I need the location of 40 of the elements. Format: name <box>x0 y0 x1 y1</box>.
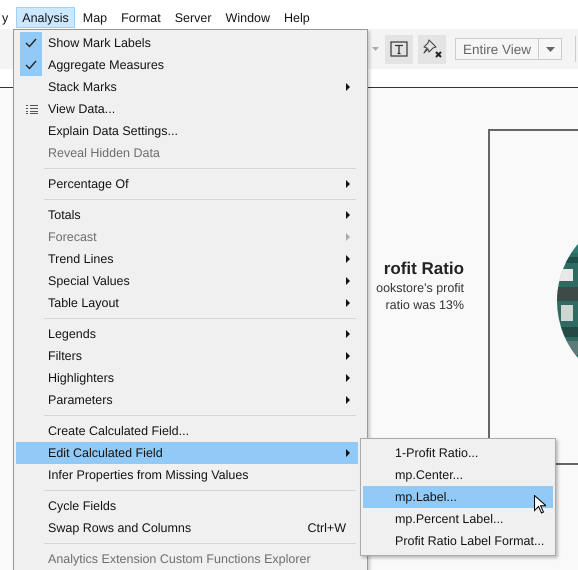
menu-item[interactable]: Parameters <box>16 389 358 411</box>
menu-bar-item[interactable]: Server <box>168 7 218 28</box>
menu-item[interactable]: 1-Profit Ratio... <box>363 442 553 464</box>
menu-item[interactable]: Table Layout <box>16 292 358 314</box>
menu-item[interactable]: mp.Percent Label... <box>363 508 553 530</box>
menu-bar-item[interactable]: Help <box>278 7 316 28</box>
menu-item[interactable]: mp.Center... <box>363 464 553 486</box>
menu-item[interactable]: Stack Marks <box>16 76 358 98</box>
cursor-icon <box>534 495 546 514</box>
menu-item[interactable]: Infer Properties from Missing Values <box>16 464 358 486</box>
menu-item[interactable]: Percentage Of <box>16 173 358 195</box>
fit-dropdown[interactable]: Entire View <box>455 38 562 60</box>
menu-bar-item[interactable]: Window <box>220 7 276 28</box>
menu-item[interactable]: Legends <box>16 323 358 345</box>
menu-item[interactable]: View Data... <box>16 98 358 120</box>
menu-item[interactable]: Show Mark Labels <box>16 32 358 54</box>
menu-item[interactable]: Trend Lines <box>16 248 358 270</box>
menu-item[interactable]: Explain Data Settings... <box>16 120 358 142</box>
table-icon <box>26 104 38 114</box>
menu-bar-item[interactable]: Map <box>76 7 114 28</box>
menu-bar-item[interactable]: Analysis <box>16 7 75 28</box>
description-text: ookstore's profit <box>376 280 464 297</box>
menu-item[interactable]: Totals <box>16 204 358 226</box>
text-icon[interactable] <box>385 34 413 64</box>
description-text: ratio was 13% <box>385 297 464 314</box>
chart-title: rofit Ratio <box>384 258 464 280</box>
unpin-icon[interactable] <box>418 34 446 64</box>
menu-item[interactable]: Highlighters <box>16 367 358 389</box>
menu-item[interactable]: Edit Calculated Field <box>16 442 358 464</box>
menu-item[interactable]: Swap Rows and Columns Ctrl+W <box>16 517 358 539</box>
menu-bar-item[interactable]: Format <box>115 7 167 28</box>
menu-item[interactable]: Create Calculated Field... <box>16 420 358 442</box>
menu-item[interactable]: Filters <box>16 345 358 367</box>
menu-item[interactable]: Aggregate Measures <box>16 54 358 76</box>
menu-item[interactable]: Special Values <box>16 270 358 292</box>
menu-bar-item[interactable]: y <box>0 7 14 28</box>
menu-item[interactable]: mp.Label... <box>363 486 553 508</box>
menu-item[interactable]: Profit Ratio Label Format... <box>363 530 553 552</box>
menu-item[interactable]: Cycle Fields <box>16 495 358 517</box>
caret-icon <box>546 46 555 52</box>
